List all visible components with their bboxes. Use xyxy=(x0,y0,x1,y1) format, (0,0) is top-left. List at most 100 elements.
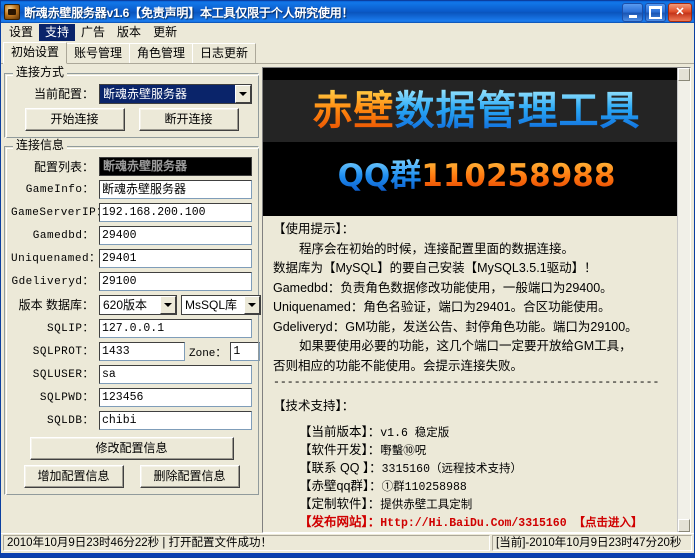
divider: ----------------------------------------… xyxy=(273,376,686,390)
tab-role-management[interactable]: 角色管理 xyxy=(129,43,193,63)
banner-image: 赤壁数据管理工具 QQ群110258988 xyxy=(263,68,690,216)
close-button[interactable]: ✕ xyxy=(668,3,692,22)
support-value: 嘢蟿⑩呪 xyxy=(380,445,426,458)
info-text-area[interactable]: 【使用提示】： 程序会在初始的时候，连接配置里面的数据连接。 数据库为【MySQ… xyxy=(263,216,690,532)
support-key: 【联系 QQ 】： xyxy=(299,461,382,475)
support-heading: 【技术支持】： xyxy=(273,397,686,417)
modify-config-button[interactable]: 修改配置信息 xyxy=(30,437,234,460)
support-key: 【发布网站】： xyxy=(299,515,380,529)
config-list-label: 配置列表： xyxy=(11,160,99,174)
current-config-row: 当前配置： 断魂赤壁服务器 xyxy=(11,84,252,104)
scrollbar-track[interactable] xyxy=(678,81,690,519)
window-controls: ✕ xyxy=(622,3,692,22)
sqlip-row: SQLIP： 127.0.0.1 xyxy=(11,319,252,338)
support-key: 【当前版本】： xyxy=(299,425,380,439)
gameinfo-row: GameInfo： 断魂赤壁服务器 xyxy=(11,180,252,199)
start-connection-button[interactable]: 开始连接 xyxy=(25,108,125,131)
sqlprot-input[interactable]: 1433 xyxy=(99,342,185,361)
gamedbd-input[interactable]: 29400 xyxy=(99,226,252,245)
vertical-scrollbar[interactable] xyxy=(677,68,690,532)
website-link[interactable]: Http://Hi.BaiDu.Com/3315160 【点击进入】 xyxy=(380,517,642,530)
right-panel-column: 赤壁数据管理工具 QQ群110258988 【使用提示】： 程序会在初始的时候，… xyxy=(262,67,691,533)
gdeliveryd-label: Gdeliveryd： xyxy=(11,275,99,289)
gameserverip-input[interactable]: 192.168.200.100 xyxy=(99,203,252,222)
gdeliveryd-input[interactable]: 29100 xyxy=(99,272,252,291)
connection-method-group: 连接方式 当前配置： 断魂赤壁服务器 开始连接 断开连接 xyxy=(4,73,259,138)
gameserverip-row: GameServerIP： 192.168.200.100 xyxy=(11,203,252,222)
menu-item-settings[interactable]: 设置 xyxy=(3,24,39,41)
support-key: 【软件开发】： xyxy=(299,443,380,457)
menu-item-support[interactable]: 支持 xyxy=(39,24,75,41)
gameserverip-label: GameServerIP： xyxy=(11,206,99,220)
delete-config-button[interactable]: 删除配置信息 xyxy=(140,465,240,488)
support-value: v1.6 稳定版 xyxy=(380,427,449,440)
uniquenamed-label: Uniquenamed： xyxy=(11,252,99,266)
chevron-down-icon[interactable] xyxy=(160,296,176,314)
current-config-label: 当前配置： xyxy=(11,87,99,101)
tab-initial-settings[interactable]: 初始设置 xyxy=(3,42,67,64)
menu-item-update[interactable]: 更新 xyxy=(147,24,183,41)
add-delete-pair: 增加配置信息 删除配置信息 xyxy=(11,465,252,488)
add-config-button[interactable]: 增加配置信息 xyxy=(24,465,124,488)
scroll-down-button[interactable] xyxy=(678,519,690,532)
banner-title: 赤壁数据管理工具 xyxy=(263,82,690,140)
gamedbd-label: Gamedbd： xyxy=(11,229,99,243)
maximize-icon xyxy=(646,4,665,21)
support-row-website[interactable]: 【发布网站】：Http://Hi.BaiDu.Com/3315160 【点击进入… xyxy=(273,514,686,532)
config-list-row: 配置列表： 断魂赤壁服务器 xyxy=(11,157,252,176)
support-row-developer: 【软件开发】：嘢蟿⑩呪 xyxy=(273,442,686,460)
sqlip-label: SQLIP： xyxy=(11,322,99,336)
version-combo[interactable]: 620版本 xyxy=(99,295,177,315)
tab-log-update[interactable]: 日志更新 xyxy=(192,43,256,63)
uniquenamed-input[interactable]: 29401 xyxy=(99,249,252,268)
banner-qq: QQ群110258988 xyxy=(263,154,690,198)
status-message: 2010年10月9日23时46分22秒 | 打开配置文件成功！ xyxy=(3,535,490,551)
banner-title-part2: 数据管理工具 xyxy=(395,88,641,134)
application-window: 断魂赤壁服务器v1.6【免责声明】本工具仅限于个人研究使用！ ✕ 设置 支持 广… xyxy=(0,0,695,558)
menu-item-version[interactable]: 版本 xyxy=(111,24,147,41)
disconnect-button[interactable]: 断开连接 xyxy=(139,108,239,131)
title-bar: 断魂赤壁服务器v1.6【免责声明】本工具仅限于个人研究使用！ ✕ xyxy=(1,1,694,23)
window-title: 断魂赤壁服务器v1.6【免责声明】本工具仅限于个人研究使用！ xyxy=(24,4,622,21)
minimize-button[interactable] xyxy=(622,3,643,22)
support-value: 提供赤壁工具定制 xyxy=(380,499,472,512)
tips-line-5: Gdeliveryd：GM功能，发送公告、封停角色功能。端口为29100。 xyxy=(273,318,686,338)
zone-input[interactable]: 1 xyxy=(230,342,260,361)
connection-method-group-label: 连接方式 xyxy=(13,66,67,79)
gameinfo-label: GameInfo： xyxy=(11,183,99,197)
sqluser-row: SQLUSER： sa xyxy=(11,365,252,384)
spacer xyxy=(273,417,686,424)
uniquenamed-row: Uniquenamed： 29401 xyxy=(11,249,252,268)
config-list-box[interactable]: 断魂赤壁服务器 xyxy=(99,157,252,176)
chevron-down-icon[interactable] xyxy=(244,296,260,314)
support-row-custom: 【定制软件】：提供赤壁工具定制 xyxy=(273,496,686,514)
maximize-button[interactable] xyxy=(645,3,666,22)
current-config-combo[interactable]: 断魂赤壁服务器 xyxy=(99,84,252,104)
menu-item-ads[interactable]: 广告 xyxy=(75,24,111,41)
connection-info-group: 连接信息 配置列表： 断魂赤壁服务器 GameInfo： 断魂赤壁服务器 Gam… xyxy=(4,146,259,495)
sqldb-input[interactable]: chibi xyxy=(99,411,252,430)
spacer xyxy=(273,390,686,397)
support-value: ①群110258988 xyxy=(382,481,467,494)
banner-title-part1: 赤壁 xyxy=(313,88,395,134)
tab-account-management[interactable]: 账号管理 xyxy=(66,43,130,63)
sqlpwd-row: SQLPWD： 123456 xyxy=(11,388,252,407)
database-combo[interactable]: MsSQL库 xyxy=(181,295,261,315)
sqlip-input[interactable]: 127.0.0.1 xyxy=(99,319,252,338)
scroll-up-button[interactable] xyxy=(678,68,690,81)
close-icon: ✕ xyxy=(669,4,691,21)
tips-line-4: Uniquenamed：角色名验证，端口为29401。合区功能使用。 xyxy=(273,298,686,318)
info-panel: 赤壁数据管理工具 QQ群110258988 【使用提示】： 程序会在初始的时候，… xyxy=(262,67,691,533)
gameinfo-input[interactable]: 断魂赤壁服务器 xyxy=(99,180,252,199)
tips-line-2: 数据库为【MySQL】的要自己安装【MySQL3.5.1驱动】！ xyxy=(273,259,686,279)
current-config-value: 断魂赤壁服务器 xyxy=(100,85,235,103)
sqlprot-row: SQLPROT： 1433 Zone： 1 xyxy=(11,342,252,361)
sqluser-input[interactable]: sa xyxy=(99,365,252,384)
app-icon xyxy=(4,4,20,20)
chevron-down-icon[interactable] xyxy=(235,85,251,103)
sqlpwd-input[interactable]: 123456 xyxy=(99,388,252,407)
support-key: 【定制软件】： xyxy=(299,497,380,511)
support-row-qq-group: 【赤壁qq群】：①群110258988 xyxy=(273,478,686,496)
tips-line-6: 如果要使用必要的功能，这几个端口一定要开放给GM工具， xyxy=(273,337,686,357)
sqlprot-label: SQLPROT： xyxy=(11,345,99,359)
